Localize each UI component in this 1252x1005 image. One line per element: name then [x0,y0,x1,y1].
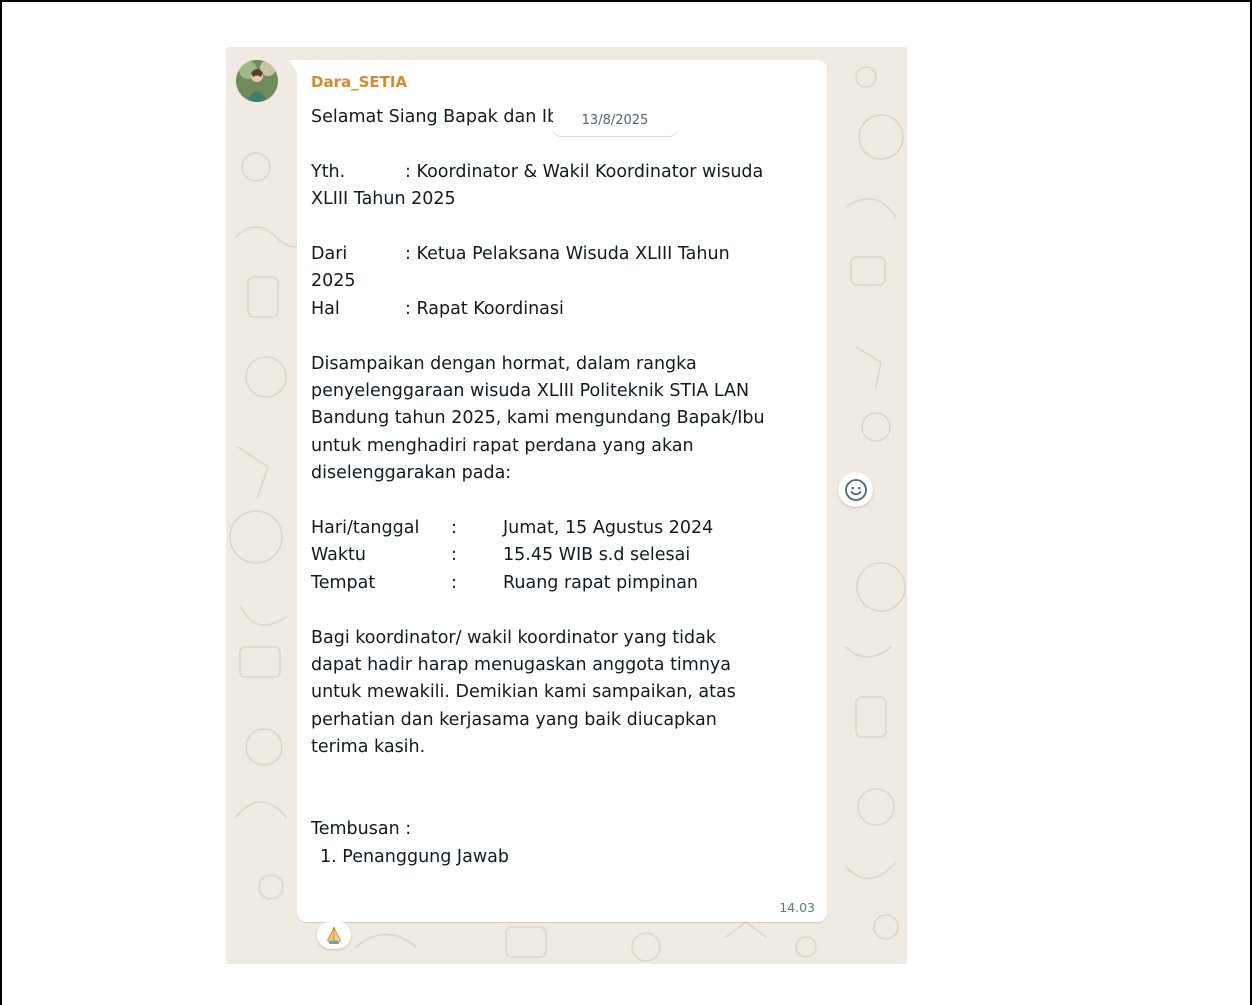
yth-line: Yth. : Koordinator & Wakil Koordinator wi… [311,159,817,186]
schedule-separator: : [451,545,457,566]
yth-label: Yth. [311,161,346,182]
cc-list-item: 1. Penanggung Jawab [320,846,509,867]
message-reaction[interactable] [317,921,351,949]
closing-line: untuk mewakili. Demikian kami sampaikan,… [311,682,736,703]
schedule-separator: : [451,572,457,593]
intro-line: untuk menghadiri rapat perdana yang akan [311,435,694,456]
screenshot-frame: 13/8/2025 Dara_SETIA Selamat Siang Bapak… [0,0,1252,1005]
intro-line: diselenggarakan pada: [311,463,512,484]
date-separator: 13/8/2025 [553,105,677,136]
avatar-photo-icon [236,60,278,102]
dari-label: Dari [311,244,348,264]
yth-value-continued: XLIII Tahun 2025 [311,189,456,210]
schedule-row: Hari/tanggal: Jumat, 15 Agustus 2024 [311,515,817,542]
schedule-row: Tempat: Ruang rapat pimpinan [311,570,817,597]
schedule-label: Waktu [311,545,366,566]
closing-line: dapat hadir harap menugaskan anggota tim… [311,655,732,676]
yth-value: : Koordinator & Wakil Koordinator wisuda [405,161,764,182]
closing-line: Bagi koordinator/ wakil koordinator yang… [311,627,716,648]
chat-area: 13/8/2025 Dara_SETIA Selamat Siang Bapak… [226,47,907,964]
sender-name[interactable]: Dara_SETIA [311,73,407,91]
cc-label: Tembusan : [311,819,412,840]
message-timestamp: 14.03 [779,900,815,915]
smiley-icon [844,478,867,501]
emoji-reaction-button[interactable] [838,472,873,507]
hal-label: Hal [311,298,340,319]
incoming-message-bubble[interactable]: Dara_SETIA Selamat Siang Bapak dan Ibu. … [289,60,827,922]
dari-line: Dari : Ketua Pelaksana Wisuda XLIII Tahun [311,241,817,268]
schedule-row: Waktu: 15.45 WIB s.d selesai [311,542,817,569]
dari-value: : Ketua Pelaksana Wisuda XLIII Tahun [405,244,730,264]
folded-hands-emoji-icon [327,926,341,944]
dari-value-continued: 2025 [311,271,356,292]
hal-value: : Rapat Koordinasi [405,298,564,319]
intro-line: penyelenggaraan wisuda XLIII Politeknik … [311,381,750,402]
sender-avatar[interactable] [236,60,278,102]
schedule-value: Jumat, 15 Agustus 2024 [503,518,714,539]
intro-line: Bandung tahun 2025, kami mengundang Bapa… [311,408,765,429]
schedule-label: Hari/tanggal [311,518,420,539]
hal-line: Hal : Rapat Koordinasi [311,296,817,323]
closing-line: perhatian dan kerjasama yang baik diucap… [311,709,717,730]
closing-line: terima kasih. [311,737,426,758]
intro-line: Disampaikan dengan hormat, dalam rangka [311,353,697,374]
message-body: Selamat Siang Bapak dan Ibu. Yth.: Koord… [311,104,817,871]
schedule-value: Ruang rapat pimpinan [503,572,699,593]
schedule-value: 15.45 WIB s.d selesai [503,545,691,566]
schedule-label: Tempat [311,572,376,593]
schedule-separator: : [451,518,457,539]
